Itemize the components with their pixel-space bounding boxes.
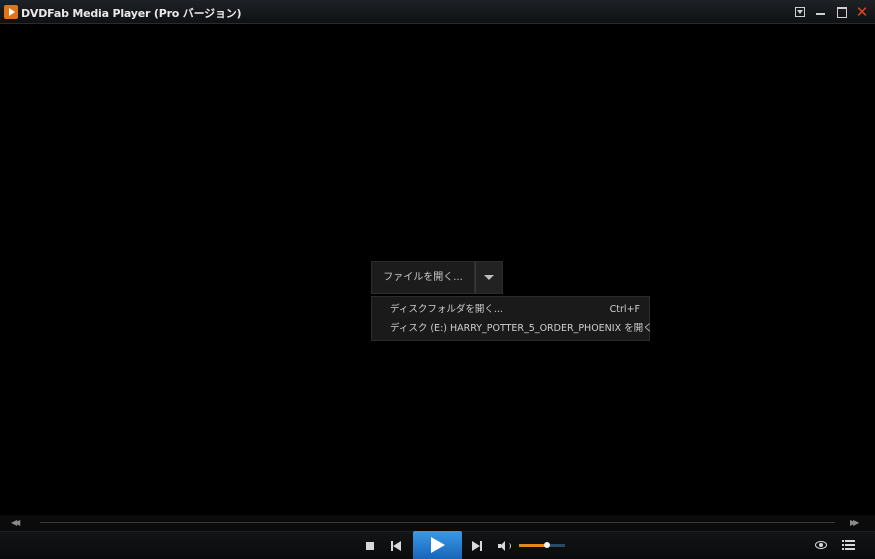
playback-control-bar (0, 531, 875, 559)
window-title: DVDFab Media Player (Pro バージョン) (21, 7, 242, 20)
app-logo-icon (4, 5, 18, 19)
playlist-icon-line (842, 548, 855, 550)
maximize-icon (837, 7, 847, 18)
title-bar[interactable]: DVDFab Media Player (Pro バージョン) ✕ (0, 0, 875, 24)
volume-slider-handle[interactable] (543, 542, 550, 548)
open-file-button[interactable]: ファイルを開く... (371, 261, 475, 294)
chevron-down-icon (484, 275, 494, 280)
media-player-window: DVDFab Media Player (Pro バージョン) ✕ ファイルを開… (0, 0, 875, 559)
playlist-icon (842, 540, 855, 542)
seek-row: ◀◀ ▶▶ (0, 515, 875, 531)
seek-bar[interactable] (40, 522, 835, 523)
volume-slider[interactable] (519, 542, 565, 548)
open-options-dropdown-button[interactable] (475, 261, 503, 294)
menu-item-label: ディスク (E:) HARRY_POTTER_5_ORDER_PHOENIX を… (390, 323, 653, 334)
fast-forward-icon[interactable]: ▶▶ (850, 518, 859, 527)
skip-previous-icon-arrow (393, 541, 401, 551)
open-file-group: ファイルを開く... (371, 261, 503, 294)
minimize-button[interactable] (813, 4, 829, 20)
minimize-icon (816, 13, 825, 15)
menu-item-shortcut: Ctrl+F (609, 304, 640, 315)
next-button[interactable] (472, 541, 484, 551)
open-options-menu: ディスクフォルダを開く... Ctrl+F ディスク (E:) HARRY_PO… (371, 296, 653, 341)
rewind-icon[interactable]: ◀◀ (11, 518, 20, 527)
menu-dropdown-button[interactable] (792, 4, 808, 20)
close-button[interactable]: ✕ (854, 4, 870, 20)
maximize-button[interactable] (834, 4, 850, 20)
menu-item-open-disc-folder[interactable]: ディスクフォルダを開く... Ctrl+F (372, 300, 649, 319)
stop-button[interactable] (366, 542, 374, 550)
menu-item-open-disc[interactable]: ディスク (E:) HARRY_POTTER_5_ORDER_PHOENIX を… (372, 319, 653, 338)
volume-level-fill (519, 544, 547, 547)
play-icon (431, 537, 445, 553)
mute-button[interactable] (498, 540, 512, 552)
playlist-icon-line (842, 544, 855, 546)
skip-next-icon (472, 541, 480, 551)
playlist-button[interactable] (842, 540, 855, 550)
view-mode-button[interactable] (815, 541, 827, 549)
speaker-icon-cone (500, 541, 505, 551)
close-icon: ✕ (855, 3, 869, 21)
previous-button[interactable] (391, 541, 403, 551)
dropdown-box-icon (795, 7, 805, 17)
menu-item-label: ディスクフォルダを開く... (390, 304, 503, 315)
speaker-icon-wave (506, 543, 511, 549)
skip-next-icon-bar (480, 541, 482, 551)
play-button[interactable] (413, 531, 462, 559)
